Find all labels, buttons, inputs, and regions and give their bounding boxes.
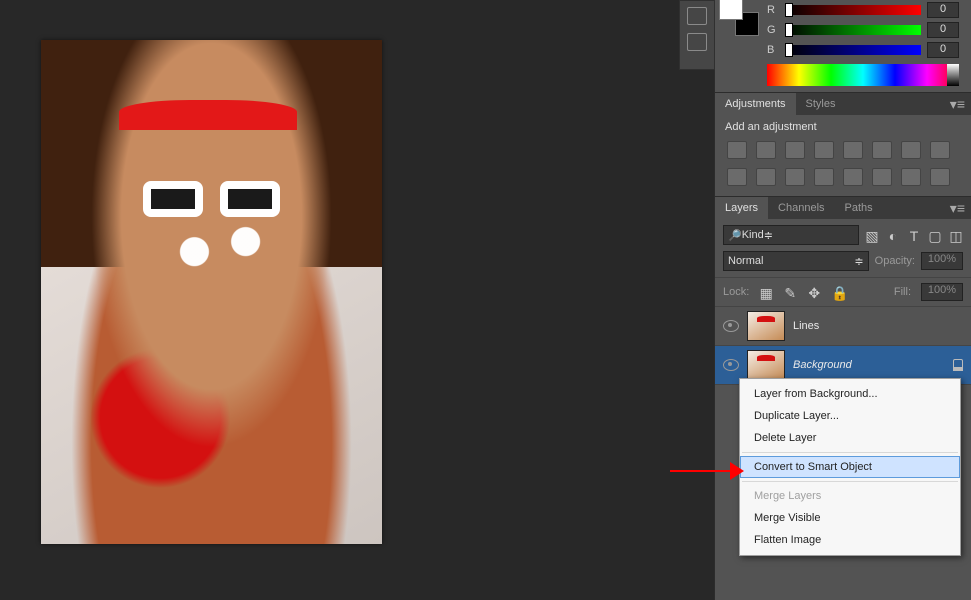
context-menu-separator (742, 452, 958, 453)
opacity-label: Opacity: (875, 255, 915, 267)
context-menu-item[interactable]: Layer from Background... (740, 383, 960, 405)
context-menu-item[interactable]: Merge Visible (740, 507, 960, 529)
brightness-contrast-icon[interactable] (727, 141, 747, 159)
panel-menu-icon[interactable]: ▾≡ (950, 99, 965, 109)
properties-icon[interactable] (687, 33, 707, 51)
posterize-icon[interactable] (843, 168, 863, 186)
annotation-arrow (670, 462, 744, 480)
color-lookup-icon[interactable] (785, 168, 805, 186)
b-label: B (767, 44, 779, 56)
layer-name[interactable]: Lines (793, 320, 963, 332)
tab-styles[interactable]: Styles (796, 93, 846, 115)
g-label: G (767, 24, 779, 36)
layer-thumbnail[interactable] (747, 350, 785, 380)
invert-icon[interactable] (814, 168, 834, 186)
lock-transparency-icon[interactable]: ▦ (759, 285, 773, 299)
filter-pixel-icon[interactable]: ▧ (865, 228, 879, 242)
collapsed-panel-strip[interactable] (679, 0, 715, 70)
color-balance-icon[interactable] (901, 141, 921, 159)
opacity-field[interactable]: 100% (921, 252, 963, 270)
exposure-icon[interactable] (814, 141, 834, 159)
visibility-toggle-icon[interactable] (723, 359, 739, 371)
channel-mixer-icon[interactable] (756, 168, 776, 186)
lock-pixels-icon[interactable]: ✎ (783, 285, 797, 299)
spectrum-ramp[interactable] (767, 64, 959, 86)
gradient-map-icon[interactable] (901, 168, 921, 186)
canvas-area[interactable] (0, 0, 710, 600)
layer-name[interactable]: Background (793, 359, 945, 371)
adjustments-title: Add an adjustment (715, 115, 971, 141)
filter-shape-icon[interactable]: ▢ (928, 228, 942, 242)
image-content (41, 40, 382, 544)
adjustments-panel: Adjustments Styles ▾≡ Add an adjustment (715, 92, 971, 196)
visibility-toggle-icon[interactable] (723, 320, 739, 332)
hue-saturation-icon[interactable] (872, 141, 892, 159)
blend-mode-value: Normal (728, 255, 763, 267)
threshold-icon[interactable] (872, 168, 892, 186)
tab-layers[interactable]: Layers (715, 197, 768, 219)
context-menu-item[interactable]: Flatten Image (740, 529, 960, 551)
r-slider[interactable] (785, 5, 921, 15)
fill-field[interactable]: 100% (921, 283, 963, 301)
headband-graphic (119, 100, 296, 130)
context-menu-item[interactable]: Convert to Smart Object (740, 456, 960, 478)
tab-paths[interactable]: Paths (835, 197, 883, 219)
b-slider[interactable] (785, 45, 921, 55)
g-value[interactable]: 0 (927, 22, 959, 38)
layers-panel-menu-icon[interactable]: ▾≡ (950, 203, 965, 213)
b-value[interactable]: 0 (927, 42, 959, 58)
layers-panel: Layers Channels Paths ▾≡ 🔎 Kind ≑ ▧ ◐ T … (715, 196, 971, 385)
lock-all-icon[interactable]: 🔒 (831, 285, 845, 299)
layer-list: Lines Background (715, 307, 971, 385)
tab-channels[interactable]: Channels (768, 197, 834, 219)
lock-position-icon[interactable]: ✥ (807, 285, 821, 299)
filter-type-icon[interactable]: T (907, 228, 921, 242)
foreground-background-swatches[interactable] (719, 0, 759, 40)
black-white-icon[interactable] (930, 141, 950, 159)
layer-filter-kind[interactable]: 🔎 Kind ≑ (723, 225, 859, 245)
photo-filter-icon[interactable] (727, 168, 747, 186)
selective-color-icon[interactable] (930, 168, 950, 186)
levels-icon[interactable] (756, 141, 776, 159)
context-menu-separator (742, 481, 958, 482)
layer-filter-icons: ▧ ◐ T ▢ ◫ (865, 228, 963, 242)
history-icon[interactable] (687, 7, 707, 25)
layer-context-menu[interactable]: Layer from Background...Duplicate Layer.… (739, 378, 961, 556)
lock-label: Lock: (723, 286, 749, 298)
layer-lock-icon (953, 359, 963, 371)
r-label: R (767, 4, 779, 16)
curves-icon[interactable] (785, 141, 805, 159)
foreground-color-swatch[interactable] (719, 0, 743, 20)
filter-kind-label: Kind (742, 229, 764, 241)
sunglasses-graphic (143, 181, 279, 217)
document-window[interactable] (41, 40, 382, 544)
adjustments-icon-grid (715, 141, 971, 196)
blend-mode-dropdown[interactable]: Normal ≑ (723, 251, 869, 271)
layer-item-lines[interactable]: Lines (715, 307, 971, 346)
filter-smart-icon[interactable]: ◫ (949, 228, 963, 242)
g-slider[interactable] (785, 25, 921, 35)
r-value[interactable]: 0 (927, 2, 959, 18)
tab-adjustments[interactable]: Adjustments (715, 93, 796, 115)
context-menu-item: Merge Layers (740, 485, 960, 507)
vibrance-icon[interactable] (843, 141, 863, 159)
context-menu-item[interactable]: Duplicate Layer... (740, 405, 960, 427)
fill-label: Fill: (894, 286, 911, 298)
filter-adjustment-icon[interactable]: ◐ (886, 228, 900, 242)
layer-thumbnail[interactable] (747, 311, 785, 341)
color-panel: R 0 G 0 B 0 (715, 0, 971, 92)
context-menu-item[interactable]: Delete Layer (740, 427, 960, 449)
